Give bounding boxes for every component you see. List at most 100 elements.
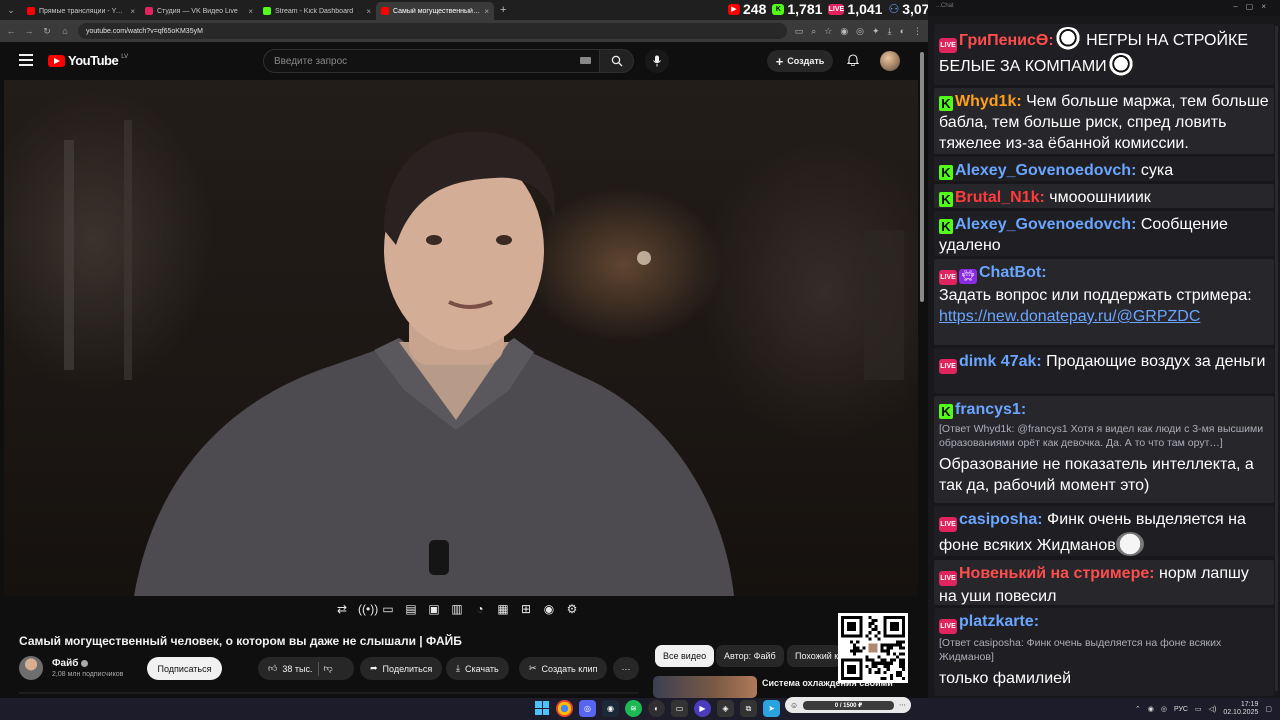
chip-author[interactable]: Автор: Файб bbox=[716, 645, 784, 667]
captions-icon[interactable]: ▥ bbox=[450, 602, 464, 616]
star-icon[interactable]: ☆ bbox=[824, 26, 832, 37]
broadcast-icon[interactable]: ((•)) bbox=[358, 602, 378, 616]
youtube-logo[interactable]: YouTube LV bbox=[48, 53, 128, 68]
back-icon[interactable]: ← bbox=[6, 26, 16, 36]
home-icon[interactable]: ⌂ bbox=[60, 26, 70, 36]
verified-check-icon bbox=[81, 660, 89, 667]
windows-start-icon[interactable] bbox=[535, 701, 549, 715]
steam-icon[interactable]: ◉ bbox=[602, 700, 619, 717]
chat-username[interactable]: dimk 47ak: bbox=[959, 353, 1042, 370]
extension-icon[interactable]: ◉ bbox=[840, 26, 848, 37]
chat-username[interactable]: Brutal_N1k: bbox=[955, 189, 1045, 206]
explorer-icon[interactable]: ▭ bbox=[671, 700, 688, 717]
subscribe-button[interactable]: Подписаться bbox=[147, 657, 222, 680]
tray-app-icon[interactable]: ◉ bbox=[1148, 705, 1154, 713]
search-button[interactable] bbox=[600, 49, 634, 73]
chat-username[interactable]: ChatBot: bbox=[979, 264, 1047, 281]
settings-gear-icon[interactable]: ⚙ bbox=[565, 602, 579, 616]
menu-dots-icon[interactable]: ⋮ bbox=[913, 26, 922, 37]
chat-username[interactable]: Whyd1k: bbox=[955, 93, 1022, 110]
voice-search-button[interactable] bbox=[645, 49, 669, 73]
media-icon[interactable]: ▶ bbox=[694, 700, 711, 717]
window-controls[interactable]: –▢× bbox=[1233, 2, 1274, 11]
chat-username[interactable]: Alexey_Govenoedovch: bbox=[955, 216, 1136, 233]
search-input[interactable]: Введите запрос bbox=[263, 49, 600, 73]
reload-icon[interactable]: ↻ bbox=[42, 26, 52, 37]
chat-username[interactable]: Новенький на стримере: bbox=[959, 565, 1155, 582]
create-button[interactable]: + Создать bbox=[767, 50, 833, 72]
tab-youtube-live[interactable]: Прямые трансляции - YouTube × bbox=[22, 2, 140, 20]
chip-related[interactable]: Похожий к bbox=[787, 645, 841, 667]
chat-username[interactable]: francys1: bbox=[955, 401, 1026, 418]
kekw-emote-icon bbox=[1053, 27, 1082, 51]
forward-icon[interactable]: → bbox=[24, 26, 34, 36]
profile-icon[interactable]: ◐ bbox=[900, 26, 905, 37]
tab-kick-dashboard[interactable]: Stream - Kick Dashboard × bbox=[258, 2, 376, 20]
create-clip-button[interactable]: ✂ Создать клип bbox=[519, 657, 608, 680]
screenshot-icon[interactable]: ◉ bbox=[542, 602, 556, 616]
screen-icon[interactable]: ▭ bbox=[795, 26, 804, 37]
share-button[interactable]: ➦ Поделиться bbox=[360, 657, 443, 680]
chat-message: LIVE platzkarte: [Ответ casiposha: Финк о… bbox=[934, 608, 1274, 696]
clock-date: 02.10.2025 bbox=[1223, 709, 1259, 716]
chat-message: LIVE casiposha: Финк очень выделяется на … bbox=[934, 506, 1274, 556]
theater-icon[interactable]: ▦ bbox=[496, 602, 510, 616]
page-scrollbar[interactable] bbox=[920, 52, 924, 302]
account-avatar[interactable] bbox=[880, 51, 900, 71]
puzzle-icon[interactable]: ✦ bbox=[872, 26, 880, 37]
url-field[interactable]: youtube.com/watch?v=qf65oKM35yM bbox=[78, 23, 787, 39]
tab-vk-studio[interactable]: Студия — VK Видео Live × bbox=[140, 2, 258, 20]
discord-icon[interactable]: ◎ bbox=[579, 700, 596, 717]
close-tab-icon[interactable]: × bbox=[366, 7, 371, 16]
chip-all-videos[interactable]: Все видео bbox=[655, 645, 715, 667]
close-tab-icon[interactable]: × bbox=[484, 7, 489, 16]
hamburger-menu-icon[interactable] bbox=[19, 54, 33, 69]
chat-message: K Alexey_Govenoedovch: Сообщение удалено bbox=[934, 211, 1274, 256]
chat-scrollbar[interactable] bbox=[1275, 26, 1278, 691]
channel-name[interactable]: Файб bbox=[52, 658, 89, 669]
channel-avatar[interactable] bbox=[19, 656, 43, 680]
chat-username[interactable]: casiposha: bbox=[959, 511, 1043, 528]
zoom-icon[interactable]: ⌕ bbox=[811, 26, 816, 37]
network-icon[interactable]: ▭ bbox=[1195, 705, 1202, 713]
screen-icon[interactable]: ▣ bbox=[427, 602, 441, 616]
clock[interactable]: 17:19 02.10.2025 bbox=[1223, 701, 1258, 717]
like-count[interactable]: 38 тыс. bbox=[282, 664, 312, 674]
discord-icon[interactable]: ◎ bbox=[856, 26, 864, 37]
notifications-bell-icon[interactable] bbox=[846, 53, 860, 71]
volume-icon[interactable]: ◁) bbox=[1209, 705, 1217, 713]
tray-app-icon[interactable]: ◎ bbox=[1161, 705, 1167, 713]
tab-current-video[interactable]: Самый могущественный ч… × bbox=[376, 2, 494, 20]
keyboard-icon[interactable] bbox=[580, 57, 591, 64]
recommended-thumbnail[interactable] bbox=[653, 676, 757, 698]
chat-username[interactable]: platzkarte: bbox=[959, 613, 1039, 630]
thumbs-down-icon[interactable]: 👎︎ bbox=[324, 663, 333, 674]
donate-link[interactable]: https://new.donatepay.ru/@GRPZDC bbox=[939, 308, 1200, 325]
more-actions-button[interactable]: ··· bbox=[613, 657, 639, 680]
close-tab-icon[interactable]: × bbox=[248, 7, 253, 16]
download-icon[interactable]: ⤓ bbox=[888, 26, 892, 37]
chat-username[interactable]: Alexey_Govenoedovch: bbox=[955, 162, 1136, 179]
loop-icon[interactable]: ⇄ bbox=[335, 602, 349, 616]
keyboard-language[interactable]: РУС bbox=[1174, 706, 1188, 713]
telegram-icon[interactable]: ➤ bbox=[763, 700, 780, 717]
add-icon[interactable]: ⊞ bbox=[519, 602, 533, 616]
thumbs-up-icon[interactable]: 👍︎ bbox=[268, 663, 277, 674]
window-icon[interactable]: ⧉ bbox=[740, 700, 757, 717]
speed-icon[interactable]: ◔ bbox=[473, 602, 487, 616]
chat-username[interactable]: ГриПенисӨ: bbox=[959, 32, 1054, 49]
chrome-icon[interactable] bbox=[556, 700, 573, 717]
download-button[interactable]: ⤓ Скачать bbox=[446, 657, 509, 680]
miniplayer-icon[interactable]: ▭ bbox=[381, 602, 395, 616]
notifications-icon[interactable]: ▢ bbox=[1265, 705, 1272, 713]
spotify-icon[interactable]: ≋ bbox=[625, 700, 642, 717]
game-icon[interactable]: ◈ bbox=[717, 700, 734, 717]
tab-search-icon[interactable]: ⌄ bbox=[0, 0, 22, 20]
chapters-icon[interactable]: ▤ bbox=[404, 602, 418, 616]
close-tab-icon[interactable]: × bbox=[130, 7, 135, 16]
video-player[interactable] bbox=[4, 80, 918, 596]
obs-icon[interactable]: ◐ bbox=[648, 700, 665, 717]
new-tab-button[interactable]: + bbox=[494, 4, 512, 16]
kick-platform-icon: K bbox=[939, 192, 953, 207]
tray-chevron-icon[interactable]: ⌃ bbox=[1135, 705, 1141, 713]
